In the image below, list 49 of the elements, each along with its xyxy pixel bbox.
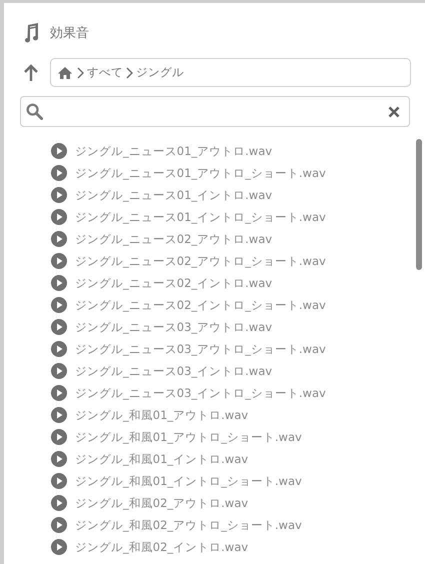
- play-icon[interactable]: [51, 275, 67, 291]
- chevron-icon: [77, 66, 84, 78]
- music-note-icon: [23, 23, 39, 43]
- play-icon[interactable]: [51, 297, 67, 313]
- breadcrumb-item[interactable]: すべて: [87, 65, 123, 80]
- play-icon[interactable]: [51, 165, 67, 181]
- play-icon[interactable]: [51, 429, 67, 445]
- play-icon[interactable]: [51, 495, 67, 511]
- search-field[interactable]: [20, 96, 410, 127]
- play-icon[interactable]: [51, 363, 67, 379]
- file-name[interactable]: ジングル_ニュース02_イントロ_ショート.wav: [75, 298, 326, 312]
- file-name[interactable]: ジングル_ニュース02_アウトロ.wav: [75, 232, 272, 246]
- file-name[interactable]: ジングル_ニュース01_アウトロ.wav: [75, 144, 272, 158]
- play-icon[interactable]: [51, 209, 67, 225]
- file-name[interactable]: ジングル_ニュース01_イントロ.wav: [75, 188, 272, 202]
- play-icon[interactable]: [51, 539, 67, 555]
- home-icon[interactable]: [58, 66, 72, 78]
- file-name[interactable]: ジングル_ニュース02_アウトロ_ショート.wav: [75, 254, 326, 268]
- play-icon[interactable]: [51, 231, 67, 247]
- clear-icon[interactable]: [388, 106, 400, 118]
- file-name[interactable]: ジングル_ニュース03_アウトロ.wav: [75, 320, 272, 334]
- play-icon[interactable]: [51, 407, 67, 423]
- play-icon[interactable]: [51, 319, 67, 335]
- play-icon[interactable]: [51, 187, 67, 203]
- scrollbar[interactable]: [416, 139, 422, 270]
- file-name[interactable]: ジングル_和風02_アウトロ.wav: [75, 496, 248, 510]
- play-icon[interactable]: [51, 451, 67, 467]
- file-name[interactable]: ジングル_和風01_イントロ_ショート.wav: [75, 474, 302, 488]
- play-icon[interactable]: [51, 473, 67, 489]
- play-icon[interactable]: [51, 385, 67, 401]
- play-icon[interactable]: [51, 341, 67, 357]
- chevron-icon: [126, 66, 133, 78]
- panel-title: 効果音: [50, 25, 89, 42]
- file-name[interactable]: ジングル_ニュース03_イントロ.wav: [75, 364, 272, 378]
- play-icon[interactable]: [51, 143, 67, 159]
- play-icon[interactable]: [51, 253, 67, 269]
- file-name[interactable]: ジングル_ニュース02_イントロ.wav: [75, 276, 272, 290]
- file-name[interactable]: ジングル_和風01_アウトロ.wav: [75, 408, 248, 422]
- play-icon[interactable]: [51, 517, 67, 533]
- file-name[interactable]: ジングル_和風01_アウトロ_ショート.wav: [75, 430, 302, 444]
- file-name[interactable]: ジングル_和風01_イントロ.wav: [75, 452, 248, 466]
- file-name[interactable]: ジングル_ニュース01_アウトロ_ショート.wav: [75, 166, 326, 180]
- file-name[interactable]: ジングル_ニュース03_アウトロ_ショート.wav: [75, 342, 326, 356]
- file-name[interactable]: ジングル_和風02_イントロ.wav: [75, 540, 248, 554]
- search-icon: [26, 103, 43, 120]
- file-name[interactable]: ジングル_ニュース01_イントロ_ショート.wav: [75, 210, 326, 224]
- file-name[interactable]: ジングル_ニュース03_イントロ_ショート.wav: [75, 386, 326, 400]
- file-name[interactable]: ジングル_和風02_アウトロ_ショート.wav: [75, 518, 302, 532]
- breadcrumb-item[interactable]: ジングル: [136, 65, 184, 80]
